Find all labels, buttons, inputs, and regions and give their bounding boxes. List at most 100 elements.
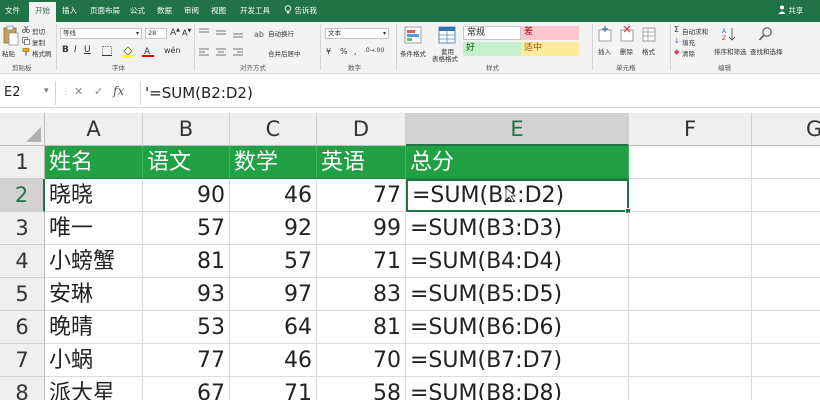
cell-g7[interactable] [752,344,820,377]
share-button[interactable]: 共享 [778,0,803,22]
tell-me-search[interactable]: 告诉我 [284,0,317,22]
cell-e6[interactable]: =SUM(B6:D6) [406,311,629,344]
column-header-f[interactable]: F [629,113,752,146]
cell-a8[interactable]: 派大星 [45,377,143,400]
cell-g2[interactable] [752,179,820,212]
chevron-down-icon[interactable]: ▾ [44,86,49,96]
cell-b2[interactable]: 90 [143,179,230,212]
cell-b6[interactable]: 53 [143,311,230,344]
tab-view[interactable]: 视图 [211,0,226,22]
select-all-corner[interactable] [0,113,45,146]
cell-b1[interactable]: 语文 [143,146,230,179]
cell-e4[interactable]: =SUM(B4:D4) [406,245,629,278]
cell-c3[interactable]: 92 [230,212,317,245]
column-header-b[interactable]: B [143,113,230,146]
cell-d6[interactable]: 81 [317,311,406,344]
cell-a4[interactable]: 小螃蟹 [45,245,143,278]
cell-c8[interactable]: 71 [230,377,317,400]
row-header-2[interactable]: 2 [0,179,45,212]
style-normal[interactable]: 常规 [463,26,521,40]
formula-input[interactable]: '=SUM(B2:D2) [140,81,253,105]
cell-c5[interactable]: 97 [230,278,317,311]
row-header-5[interactable]: 5 [0,278,45,311]
cell-a5[interactable]: 安琳 [45,278,143,311]
tab-page-layout[interactable]: 页面布局 [90,0,120,22]
tab-home[interactable]: 开始 [29,0,56,22]
row-header-1[interactable]: 1 [0,146,45,179]
cell-a6[interactable]: 晚晴 [45,311,143,344]
cancel-entry-icon[interactable]: ✕ [74,85,83,98]
insert-function-icon[interactable]: fx [113,84,124,98]
cell-g5[interactable] [752,278,820,311]
horizontal-align-icons[interactable] [198,48,248,58]
tab-formulas[interactable]: 公式 [130,0,145,22]
cell-e7[interactable]: =SUM(B7:D7) [406,344,629,377]
cell-a3[interactable]: 唯一 [45,212,143,245]
cell-g1[interactable] [752,146,820,179]
cell-c4[interactable]: 57 [230,245,317,278]
row-header-7[interactable]: 7 [0,344,45,377]
currency-button[interactable]: ¥ [326,47,331,56]
italic-button[interactable]: I [74,45,77,55]
cell-g6[interactable] [752,311,820,344]
row-header-6[interactable]: 6 [0,311,45,344]
cell-b5[interactable]: 93 [143,278,230,311]
cell-g4[interactable] [752,245,820,278]
cell-d3[interactable]: 99 [317,212,406,245]
vertical-align-icons[interactable] [198,28,248,38]
style-neutral[interactable]: 适中 [521,42,579,56]
cell-b4[interactable]: 81 [143,245,230,278]
cell-d4[interactable]: 71 [317,245,406,278]
comma-button[interactable]: , [354,47,357,56]
fill-color-icon[interactable] [122,45,134,57]
column-header-c[interactable]: C [230,113,317,146]
cell-d7[interactable]: 70 [317,344,406,377]
style-bad[interactable]: 差 [521,26,579,40]
cell-d8[interactable]: 58 [317,377,406,400]
cell-e8[interactable]: =SUM(B8:D8) [406,377,629,400]
tab-review[interactable]: 审阅 [184,0,199,22]
shrink-font-icon[interactable]: A▼ [182,28,191,38]
cell-d1[interactable]: 英语 [317,146,406,179]
cell-f4[interactable] [629,245,752,278]
cell-b3[interactable]: 57 [143,212,230,245]
cell-g3[interactable] [752,212,820,245]
underline-button[interactable]: U [84,45,91,55]
tab-insert[interactable]: 插入 [62,0,77,22]
phonetic-icon[interactable]: wén [164,46,181,55]
cell-f8[interactable] [629,377,752,400]
row-header-3[interactable]: 3 [0,212,45,245]
cell-c2[interactable]: 46 [230,179,317,212]
cell-c6[interactable]: 64 [230,311,317,344]
cell-d5[interactable]: 83 [317,278,406,311]
column-header-a[interactable]: A [45,113,143,146]
cell-c7[interactable]: 46 [230,344,317,377]
percent-button[interactable]: % [340,47,348,56]
font-size-dropdown[interactable]: 28 [145,28,167,39]
cell-f5[interactable] [629,278,752,311]
cell-d2[interactable]: 77 [317,179,406,212]
cell-e1[interactable]: 总分 [406,146,629,179]
cell-a7[interactable]: 小蜗 [45,344,143,377]
cell-a1[interactable]: 姓名 [45,146,143,179]
column-header-d[interactable]: D [317,113,406,146]
cell-e5[interactable]: =SUM(B5:D5) [406,278,629,311]
cell-c1[interactable]: 数学 [230,146,317,179]
row-header-4[interactable]: 4 [0,245,45,278]
confirm-entry-icon[interactable]: ✓ [94,85,103,98]
grow-font-icon[interactable]: A▲ [170,27,180,38]
cell-b8[interactable]: 67 [143,377,230,400]
cell-f6[interactable] [629,311,752,344]
increase-decimal-button[interactable]: .0→.00 [364,47,384,54]
cell-f2[interactable] [629,179,752,212]
cell-b7[interactable]: 77 [143,344,230,377]
cell-g8[interactable] [752,377,820,400]
cell-f1[interactable] [629,146,752,179]
font-color-icon[interactable]: A [142,45,154,57]
cell-a2[interactable]: 晓晓 [45,179,143,212]
orientation-icon[interactable]: ab [254,28,264,38]
number-format-dropdown[interactable]: 文本 ▾ [325,28,389,39]
row-header-8[interactable]: 8 [0,377,45,400]
tab-data[interactable]: 数据 [157,0,172,22]
column-header-e[interactable]: E [406,113,629,146]
